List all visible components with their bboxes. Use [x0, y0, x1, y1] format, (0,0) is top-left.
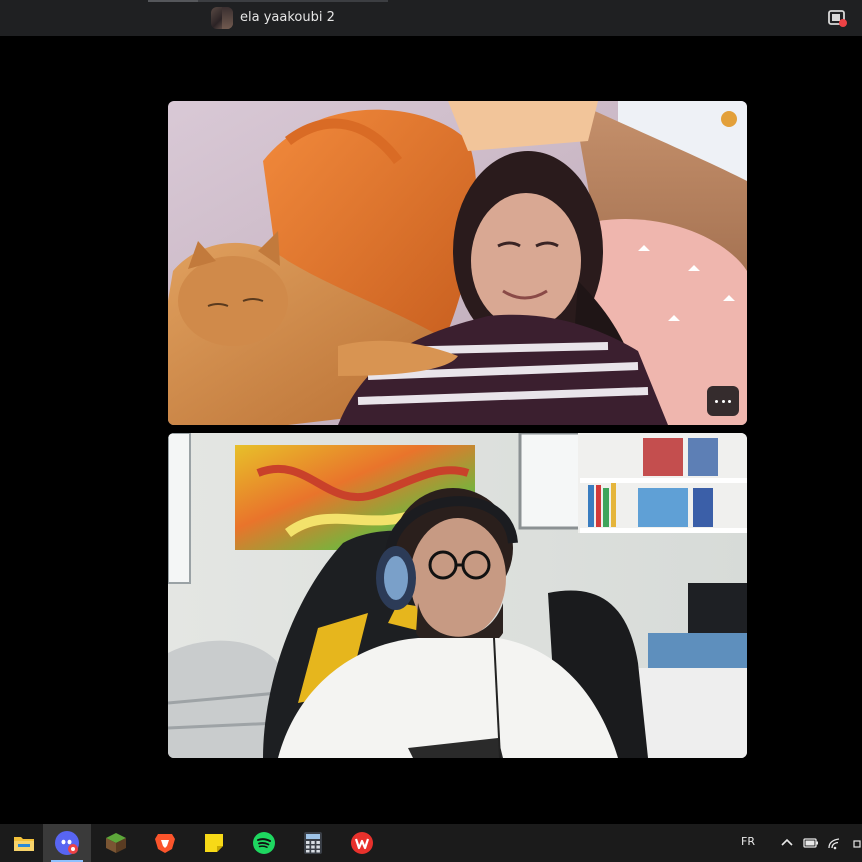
spotify-icon — [253, 832, 275, 854]
taskbar-app-brave[interactable] — [141, 824, 189, 862]
clock-partial[interactable] — [850, 834, 862, 852]
group-avatar[interactable] — [211, 7, 233, 29]
calculator-icon — [304, 832, 322, 854]
participant-video-tile[interactable] — [168, 101, 747, 425]
video-call-window: ela yaakoubi 2 — [0, 0, 862, 824]
wifi-icon — [828, 838, 840, 850]
chevron-up-icon — [781, 838, 793, 846]
taskbar-app-discord[interactable] — [43, 824, 91, 862]
taskbar-app-wps-office[interactable] — [338, 824, 386, 862]
taskbar-app-minecraft[interactable] — [92, 824, 140, 862]
info-icon[interactable] — [721, 111, 737, 127]
call-header: ela yaakoubi 2 — [0, 0, 862, 36]
tab-strip — [148, 0, 198, 2]
battery-icon — [803, 838, 818, 848]
popout-icon — [828, 10, 847, 27]
clock-edge — [853, 840, 861, 848]
more-options-button[interactable] — [707, 386, 739, 416]
show-hidden-icons-button[interactable] — [778, 834, 796, 852]
self-video — [168, 433, 747, 758]
more-horizontal-icon — [715, 399, 719, 403]
popout-button[interactable] — [826, 7, 848, 29]
taskbar-app-file-explorer[interactable] — [0, 824, 48, 862]
battery-status[interactable] — [802, 834, 820, 852]
participant-video — [168, 101, 747, 425]
windows-taskbar — [0, 824, 862, 862]
folder-icon — [14, 837, 34, 851]
taskbar-app-sticky-notes[interactable] — [190, 824, 238, 862]
taskbar-app-spotify[interactable] — [240, 824, 288, 862]
brave-lion-icon — [155, 834, 175, 853]
input-language-indicator[interactable]: FR — [741, 835, 755, 849]
network-status[interactable] — [826, 834, 844, 852]
call-title[interactable]: ela yaakoubi 2 — [240, 9, 335, 27]
discord-icon — [55, 831, 79, 855]
wps-icon — [351, 832, 373, 854]
sticky-note-icon — [205, 834, 223, 852]
taskbar-app-calculator[interactable] — [289, 824, 337, 862]
self-video-tile[interactable] — [168, 433, 747, 758]
minecraft-block-icon — [106, 833, 126, 853]
tab-strip-active — [198, 0, 388, 2]
